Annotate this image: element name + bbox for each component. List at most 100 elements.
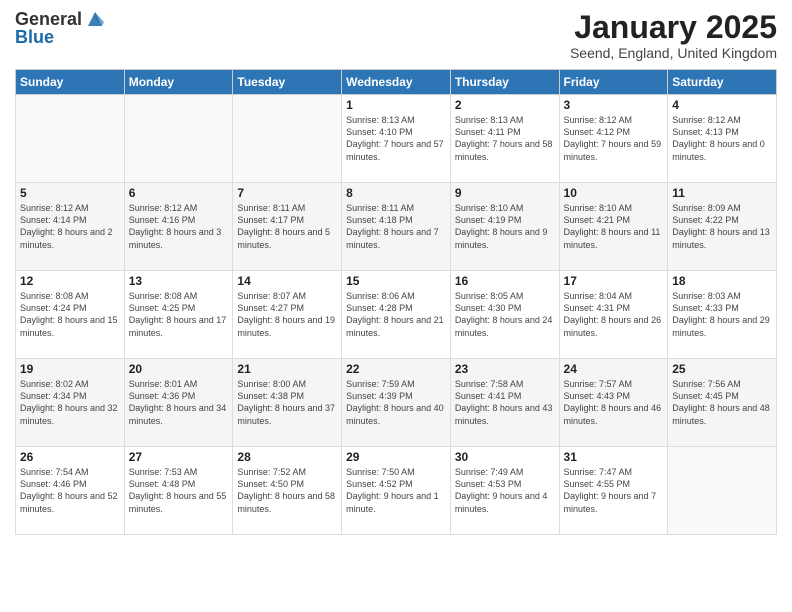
day-info: Sunrise: 8:03 AM Sunset: 4:33 PM Dayligh… [672,290,772,339]
day-number: 11 [672,186,772,200]
calendar-week-4: 26Sunrise: 7:54 AM Sunset: 4:46 PM Dayli… [16,447,777,535]
calendar-cell: 9 Sunrise: 8:10 AM Sunset: 4:19 PM Daylig… [450,183,559,271]
day-number: 9 [455,186,555,200]
day-info: Sunrise: 7:58 AM Sunset: 4:41 PM Dayligh… [455,378,555,427]
day-number: 20 [129,362,229,376]
day-info: Sunrise: 7:54 AM Sunset: 4:46 PM Dayligh… [20,466,120,515]
day-number: 10 [564,186,664,200]
day-info: Sunrise: 7:47 AM Sunset: 4:55 PM Dayligh… [564,466,664,515]
calendar-cell: 15 Sunrise: 8:06 AM Sunset: 4:28 PM Dayli… [342,271,451,359]
weekday-monday: Monday [124,70,233,95]
calendar-cell: 24 Sunrise: 7:57 AM Sunset: 4:43 PM Dayli… [559,359,668,447]
calendar-week-3: 19Sunrise: 8:02 AM Sunset: 4:34 PM Dayli… [16,359,777,447]
day-number: 6 [129,186,229,200]
day-info: Sunrise: 8:07 AM Sunset: 4:27 PM Dayligh… [237,290,337,339]
day-info: Sunrise: 8:12 AM Sunset: 4:12 PM Dayligh… [564,114,664,163]
weekday-friday: Friday [559,70,668,95]
day-info: Sunrise: 7:59 AM Sunset: 4:39 PM Dayligh… [346,378,446,427]
day-number: 21 [237,362,337,376]
day-number: 31 [564,450,664,464]
calendar-week-2: 12 Sunrise: 8:08 AM Sunset: 4:24 PM Dayli… [16,271,777,359]
calendar-cell [233,95,342,183]
day-number: 18 [672,274,772,288]
calendar-cell: 1 Sunrise: 8:13 AM Sunset: 4:10 PM Daylig… [342,95,451,183]
calendar-cell: 6 Sunrise: 8:12 AM Sunset: 4:16 PM Daylig… [124,183,233,271]
calendar-cell: 5Sunrise: 8:12 AM Sunset: 4:14 PM Daylig… [16,183,125,271]
calendar-cell: 17 Sunrise: 8:04 AM Sunset: 4:31 PM Dayli… [559,271,668,359]
calendar-cell: 21 Sunrise: 8:00 AM Sunset: 4:38 PM Dayli… [233,359,342,447]
day-info: Sunrise: 8:10 AM Sunset: 4:21 PM Dayligh… [564,202,664,251]
day-info: Sunrise: 8:01 AM Sunset: 4:36 PM Dayligh… [129,378,229,427]
calendar-table: SundayMondayTuesdayWednesdayThursdayFrid… [15,69,777,535]
day-info: Sunrise: 7:50 AM Sunset: 4:52 PM Dayligh… [346,466,446,515]
day-number: 17 [564,274,664,288]
calendar-cell: 14 Sunrise: 8:07 AM Sunset: 4:27 PM Dayli… [233,271,342,359]
day-info: Sunrise: 8:13 AM Sunset: 4:11 PM Dayligh… [455,114,555,163]
month-title: January 2025 [570,10,777,45]
day-number: 2 [455,98,555,112]
calendar-cell: 30 Sunrise: 7:49 AM Sunset: 4:53 PM Dayli… [450,447,559,535]
weekday-header-row: SundayMondayTuesdayWednesdayThursdayFrid… [16,70,777,95]
calendar-cell: 26Sunrise: 7:54 AM Sunset: 4:46 PM Dayli… [16,447,125,535]
day-number: 16 [455,274,555,288]
day-number: 5 [20,186,120,200]
calendar-cell: 23 Sunrise: 7:58 AM Sunset: 4:41 PM Dayli… [450,359,559,447]
day-number: 28 [237,450,337,464]
calendar-cell: 12 Sunrise: 8:08 AM Sunset: 4:24 PM Dayli… [16,271,125,359]
calendar-week-0: 1 Sunrise: 8:13 AM Sunset: 4:10 PM Daylig… [16,95,777,183]
day-number: 30 [455,450,555,464]
calendar-cell: 3Sunrise: 8:12 AM Sunset: 4:12 PM Daylig… [559,95,668,183]
logo-blue: Blue [15,28,106,48]
day-info: Sunrise: 7:49 AM Sunset: 4:53 PM Dayligh… [455,466,555,515]
day-number: 29 [346,450,446,464]
calendar-cell: 18 Sunrise: 8:03 AM Sunset: 4:33 PM Dayli… [668,271,777,359]
day-info: Sunrise: 8:04 AM Sunset: 4:31 PM Dayligh… [564,290,664,339]
calendar-cell [16,95,125,183]
calendar-week-1: 5Sunrise: 8:12 AM Sunset: 4:14 PM Daylig… [16,183,777,271]
day-info: Sunrise: 8:12 AM Sunset: 4:16 PM Dayligh… [129,202,229,251]
calendar-cell: 2 Sunrise: 8:13 AM Sunset: 4:11 PM Daylig… [450,95,559,183]
calendar-cell: 8 Sunrise: 8:11 AM Sunset: 4:18 PM Daylig… [342,183,451,271]
day-info: Sunrise: 8:06 AM Sunset: 4:28 PM Dayligh… [346,290,446,339]
day-info: Sunrise: 8:13 AM Sunset: 4:10 PM Dayligh… [346,114,446,163]
day-info: Sunrise: 7:52 AM Sunset: 4:50 PM Dayligh… [237,466,337,515]
calendar-cell: 7 Sunrise: 8:11 AM Sunset: 4:17 PM Daylig… [233,183,342,271]
day-number: 7 [237,186,337,200]
header: General Blue January 2025 Seend, England… [15,10,777,61]
day-info: Sunrise: 8:11 AM Sunset: 4:17 PM Dayligh… [237,202,337,251]
weekday-wednesday: Wednesday [342,70,451,95]
day-info: Sunrise: 7:57 AM Sunset: 4:43 PM Dayligh… [564,378,664,427]
calendar-cell [124,95,233,183]
weekday-saturday: Saturday [668,70,777,95]
day-number: 12 [20,274,120,288]
calendar-cell: 29 Sunrise: 7:50 AM Sunset: 4:52 PM Dayli… [342,447,451,535]
calendar-cell: 25Sunrise: 7:56 AM Sunset: 4:45 PM Dayli… [668,359,777,447]
calendar-cell: 13Sunrise: 8:08 AM Sunset: 4:25 PM Dayli… [124,271,233,359]
day-number: 15 [346,274,446,288]
day-info: Sunrise: 8:05 AM Sunset: 4:30 PM Dayligh… [455,290,555,339]
weekday-tuesday: Tuesday [233,70,342,95]
day-number: 1 [346,98,446,112]
calendar-cell: 11 Sunrise: 8:09 AM Sunset: 4:22 PM Dayli… [668,183,777,271]
day-info: Sunrise: 8:00 AM Sunset: 4:38 PM Dayligh… [237,378,337,427]
calendar-cell: 28 Sunrise: 7:52 AM Sunset: 4:50 PM Dayli… [233,447,342,535]
logo: General Blue [15,10,106,48]
day-info: Sunrise: 8:09 AM Sunset: 4:22 PM Dayligh… [672,202,772,251]
calendar-cell: 20 Sunrise: 8:01 AM Sunset: 4:36 PM Dayli… [124,359,233,447]
day-info: Sunrise: 7:56 AM Sunset: 4:45 PM Dayligh… [672,378,772,427]
calendar-cell: 10 Sunrise: 8:10 AM Sunset: 4:21 PM Dayli… [559,183,668,271]
day-info: Sunrise: 8:10 AM Sunset: 4:19 PM Dayligh… [455,202,555,251]
day-number: 8 [346,186,446,200]
calendar-cell: 4 Sunrise: 8:12 AM Sunset: 4:13 PM Daylig… [668,95,777,183]
day-info: Sunrise: 8:11 AM Sunset: 4:18 PM Dayligh… [346,202,446,251]
day-number: 23 [455,362,555,376]
day-info: Sunrise: 8:08 AM Sunset: 4:24 PM Dayligh… [20,290,120,339]
title-block: January 2025 Seend, England, United King… [570,10,777,61]
day-number: 14 [237,274,337,288]
day-number: 4 [672,98,772,112]
day-info: Sunrise: 8:12 AM Sunset: 4:13 PM Dayligh… [672,114,772,163]
day-info: Sunrise: 8:02 AM Sunset: 4:34 PM Dayligh… [20,378,120,427]
day-number: 24 [564,362,664,376]
calendar-cell: 22Sunrise: 7:59 AM Sunset: 4:39 PM Dayli… [342,359,451,447]
weekday-thursday: Thursday [450,70,559,95]
